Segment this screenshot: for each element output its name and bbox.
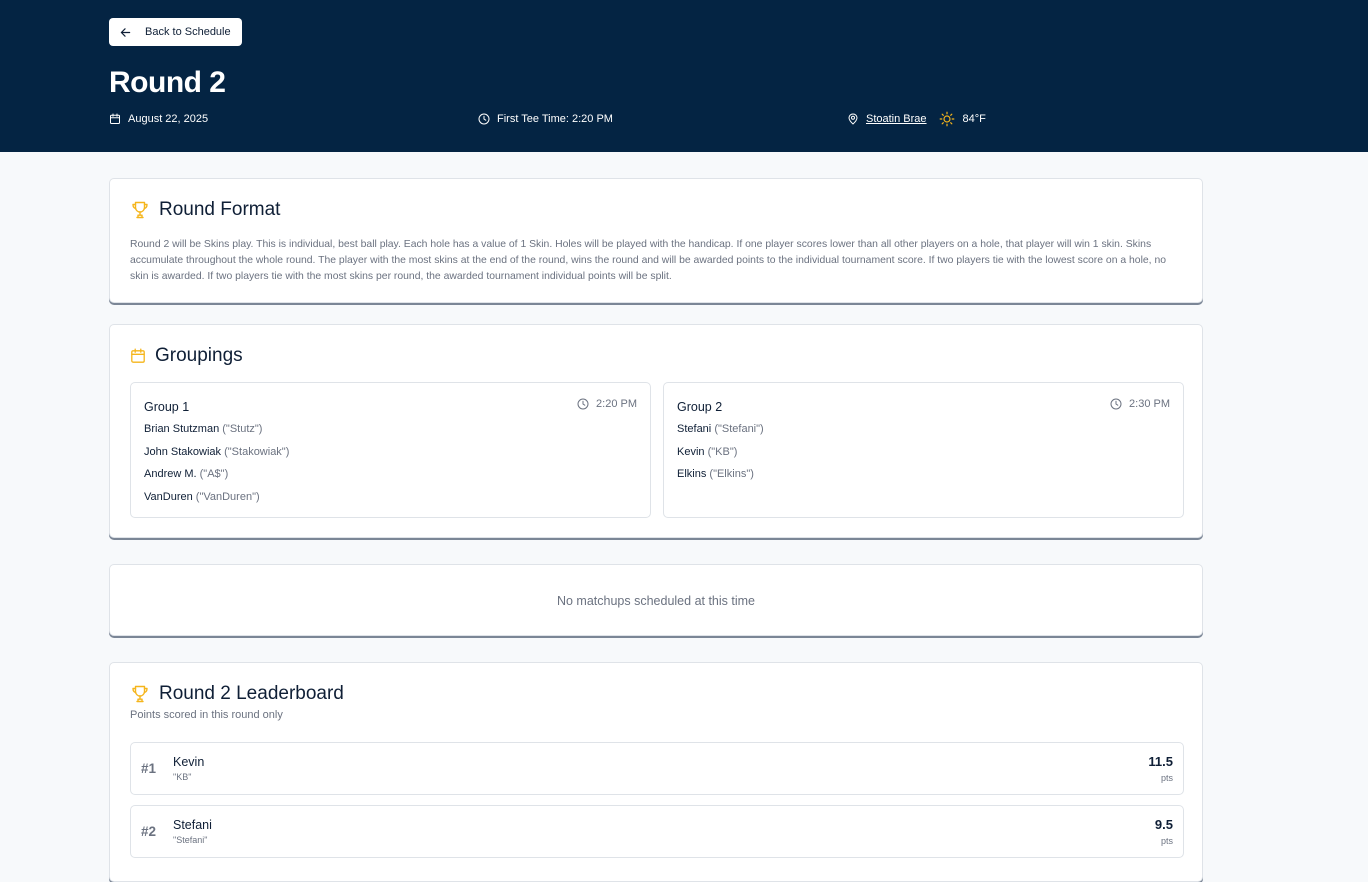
- round-format-title: Round Format: [159, 199, 281, 220]
- leaderboard-player-nickname: "KB": [173, 772, 192, 782]
- first-tee-time-text: First Tee Time: 2:20 PM: [497, 112, 613, 125]
- player-nickname: ("Stutz"): [222, 423, 263, 435]
- page-title: Round 2: [109, 66, 226, 99]
- player-name: Brian Stutzman: [144, 423, 220, 435]
- groupings-title: Groupings: [155, 345, 243, 366]
- calendar-icon: [131, 348, 145, 363]
- leaderboard-player-nickname: "Stefani": [173, 835, 208, 845]
- player-list: Stefani ("Stefani") Kevin ("KB") Elkins …: [677, 422, 764, 490]
- trophy-icon: [132, 685, 148, 703]
- map-pin-icon: [848, 113, 858, 124]
- player-name: VanDuren: [144, 490, 193, 503]
- player-nickname: ("VanDuren"): [195, 490, 260, 503]
- group-tee-time: 2:30 PM: [1110, 398, 1170, 410]
- temperature: 84°F: [962, 112, 986, 125]
- leaderboard-points: 11.5: [1148, 754, 1173, 769]
- empty-matchups-message: No matchups scheduled at this time: [556, 594, 756, 608]
- leaderboard-rank: #1: [141, 761, 157, 776]
- round-format-card: Round Format Round 2 will be Skins play.…: [109, 178, 1203, 303]
- round-format-description: Round 2 will be Skins play. This is indi…: [130, 239, 1167, 282]
- leaderboard-points-unit: pts: [1160, 836, 1173, 846]
- first-tee-time: First Tee Time: 2:20 PM: [478, 111, 613, 126]
- player-nickname: ("Stefani"): [714, 423, 764, 435]
- group-tee-time-text: 2:20 PM: [596, 398, 637, 410]
- clock-icon: [478, 113, 490, 124]
- course-link[interactable]: Stoatin Brae: [866, 113, 927, 125]
- player-nickname: ("A$"): [199, 468, 229, 481]
- list-item: Brian Stutzman ("Stutz"): [144, 422, 289, 445]
- clock-icon: [1110, 398, 1122, 410]
- trophy-icon: [132, 201, 148, 219]
- groupings-heading: Groupings: [130, 345, 243, 367]
- round-date: August 22, 2025: [109, 111, 208, 126]
- group-name: Group 2: [677, 400, 723, 414]
- player-nickname: ("Stakowiak"): [224, 445, 290, 458]
- player-name: Elkins: [677, 468, 707, 481]
- location-weather: Stoatin Brae 84°F: [847, 111, 986, 126]
- player-name: Stefani: [677, 423, 712, 435]
- list-item: Andrew M. ("A$"): [144, 467, 289, 490]
- list-item: Elkins ("Elkins"): [677, 467, 764, 490]
- back-button-label: Back to Schedule: [145, 26, 231, 38]
- leaderboard-player-name: Stefani: [173, 818, 212, 832]
- leaderboard-row: #1 Kevin "KB" 11.5 pts: [130, 742, 1184, 795]
- clock-icon: [577, 398, 589, 410]
- arrow-left-icon: [120, 27, 131, 37]
- leaderboard-row: #2 Stefani "Stefani" 9.5 pts: [130, 805, 1184, 858]
- group-tee-time: 2:20 PM: [577, 398, 637, 410]
- list-item: John Stakowiak ("Stakowiak"): [144, 445, 289, 468]
- sun-icon: [939, 111, 954, 126]
- round-date-text: August 22, 2025: [128, 112, 209, 125]
- calendar-icon: [110, 113, 120, 124]
- group-card: Group 2 2:30 PM Stefani ("Stefani") Kevi…: [663, 382, 1184, 518]
- group-name: Group 1: [144, 400, 190, 414]
- list-item: VanDuren ("VanDuren"): [144, 490, 289, 513]
- group-card: Group 1 2:20 PM Brian Stutzman ("Stutz")…: [130, 382, 651, 518]
- list-item: Stefani ("Stefani"): [677, 422, 764, 445]
- groupings-card: Groupings Group 1 2:20 PM Brian Stutzman…: [109, 324, 1203, 538]
- back-to-schedule-button[interactable]: Back to Schedule: [109, 18, 242, 46]
- leaderboard-rank: #2: [141, 824, 157, 839]
- round-header: Back to Schedule Round 2 August 22, 2025…: [0, 0, 1368, 152]
- leaderboard-player-name: Kevin: [173, 755, 205, 769]
- leaderboard-title: Round 2 Leaderboard: [159, 683, 344, 704]
- player-list: Brian Stutzman ("Stutz") John Stakowiak …: [144, 422, 289, 512]
- round-format-heading: Round Format: [130, 199, 280, 221]
- player-name: Kevin: [677, 445, 705, 458]
- matchups-card: No matchups scheduled at this time: [109, 564, 1203, 636]
- group-tee-time-text: 2:30 PM: [1129, 398, 1170, 410]
- leaderboard-heading: Round 2 Leaderboard: [130, 683, 344, 705]
- leaderboard-card: Round 2 Leaderboard Points scored in thi…: [109, 662, 1203, 882]
- player-name: Andrew M.: [144, 468, 197, 481]
- leaderboard-points-unit: pts: [1160, 773, 1173, 783]
- list-item: Kevin ("KB"): [677, 445, 764, 468]
- leaderboard-subtitle: Points scored in this round only: [130, 709, 283, 721]
- leaderboard-points: 9.5: [1154, 817, 1173, 832]
- player-nickname: ("KB"): [707, 445, 738, 458]
- player-nickname: ("Elkins"): [709, 468, 754, 481]
- player-name: John Stakowiak: [144, 445, 222, 458]
